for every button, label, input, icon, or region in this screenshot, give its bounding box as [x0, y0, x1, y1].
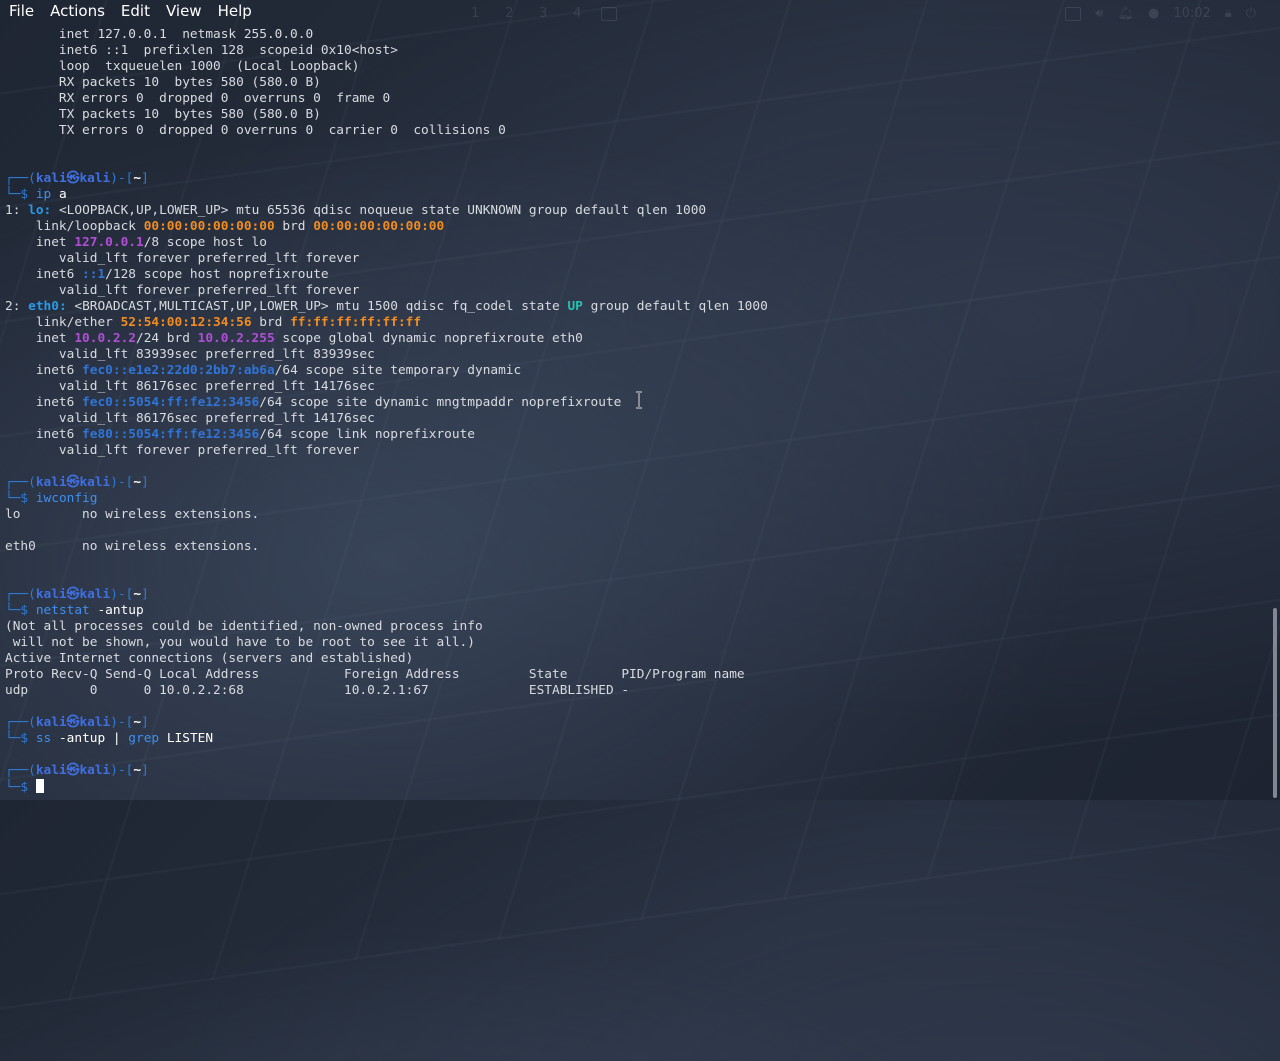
prompt-user: kali㉿kali	[35, 715, 111, 730]
pipe-command-args: LISTEN	[159, 731, 214, 746]
output-line: eth0 no wireless extensions.	[5, 539, 260, 554]
output-line: RX packets 10 bytes 580 (580.0 B)	[5, 75, 321, 90]
prompt-header: ┌──(kali㉿kali)-[~]	[5, 715, 149, 730]
output-line: link/loopback 00:00:00:00:00:00 brd 00:0…	[5, 219, 445, 234]
table-row: udp 0 0 10.0.2.2:68 10.0.2.1:67 ESTABLIS…	[5, 683, 630, 698]
output-line: inet6 fec0::e1e2:22d0:2bb7:ab6a/64 scope…	[5, 363, 522, 378]
command-line: └─$ ss -antup | grep LISTEN	[5, 731, 214, 746]
ipv4-address: 127.0.0.1	[74, 235, 144, 250]
output-line: will not be shown, you would have to be …	[5, 635, 475, 650]
output-line: lo no wireless extensions.	[5, 507, 260, 522]
mac-address: 00:00:00:00:00:00	[143, 219, 275, 234]
prompt-dir: ~	[133, 715, 142, 730]
ipv6-address: fe80::5054:ff:fe12:3456	[82, 427, 260, 442]
prompt-header: ┌──(kali㉿kali)-[~]	[5, 171, 149, 186]
command-line: └─$ iwconfig	[5, 491, 98, 506]
output-line: inet6 ::1/128 scope host noprefixroute	[5, 267, 329, 282]
prompt-dir: ~	[133, 171, 142, 186]
command-args: -antup	[89, 603, 144, 618]
ipv4-address: 10.0.2.2	[74, 331, 136, 346]
prompt-user: kali㉿kali	[35, 587, 111, 602]
mac-address: 52:54:00:12:34:56	[120, 315, 252, 330]
pipe-command-name: grep	[128, 731, 160, 746]
mouse-ibeam-cursor-icon	[636, 391, 642, 409]
table-header: Proto Recv-Q Send-Q Local Address Foreig…	[5, 667, 745, 682]
menu-help[interactable]: Help	[210, 0, 260, 22]
menu-actions[interactable]: Actions	[42, 0, 113, 22]
output-line: Active Internet connections (servers and…	[5, 651, 414, 666]
output-line: valid_lft 83939sec preferred_lft 83939se…	[5, 347, 375, 362]
prompt-user: kali㉿kali	[35, 171, 111, 186]
command-line: └─$ ip a	[5, 187, 67, 202]
ipv6-address: fec0::e1e2:22d0:2bb7:ab6a	[82, 363, 275, 378]
state-up: UP	[567, 299, 583, 314]
mac-address: ff:ff:ff:ff:ff:ff	[290, 315, 422, 330]
output-line: valid_lft forever preferred_lft forever	[5, 251, 360, 266]
output-line: loop txqueuelen 1000 (Local Loopback)	[5, 59, 360, 74]
output-line: RX errors 0 dropped 0 overruns 0 frame 0	[5, 91, 391, 106]
command-args: -antup |	[51, 731, 129, 746]
interface-name: eth0:	[28, 299, 67, 314]
command-name: ip	[35, 187, 52, 202]
output-line: valid_lft forever preferred_lft forever	[5, 283, 360, 298]
output-line: inet 127.0.0.1/8 scope host lo	[5, 235, 267, 250]
output-line: (Not all processes could be identified, …	[5, 619, 483, 634]
prompt-dir: ~	[133, 763, 142, 778]
prompt-header: ┌──(kali㉿kali)-[~]	[5, 763, 149, 778]
output-line: inet 10.0.2.2/24 brd 10.0.2.255 scope gl…	[5, 331, 583, 346]
command-name: netstat	[35, 603, 90, 618]
prompt-header: ┌──(kali㉿kali)-[~]	[5, 475, 149, 490]
menu-edit[interactable]: Edit	[113, 0, 158, 22]
ipv6-address: ::1	[82, 267, 106, 282]
output-line: 2: eth0: <BROADCAST,MULTICAST,UP,LOWER_U…	[5, 299, 768, 314]
output-line: link/ether 52:54:00:12:34:56 brd ff:ff:f…	[5, 315, 422, 330]
command-args: a	[51, 187, 67, 202]
prompt-dir: ~	[133, 475, 142, 490]
prompt-header: ┌──(kali㉿kali)-[~]	[5, 587, 149, 602]
output-line: valid_lft forever preferred_lft forever	[5, 443, 360, 458]
menu-view[interactable]: View	[158, 0, 210, 22]
active-command-line[interactable]: └─$	[5, 779, 1268, 795]
ipv6-address: fec0::5054:ff:fe12:3456	[82, 395, 260, 410]
output-line: inet 127.0.0.1 netmask 255.0.0.0	[5, 27, 314, 42]
interface-name: lo:	[28, 203, 52, 218]
terminal-menubar: File Actions Edit View Help	[0, 0, 1280, 22]
output-line: valid_lft 86176sec preferred_lft 14176se…	[5, 411, 375, 426]
terminal-output[interactable]: inet 127.0.0.1 netmask 255.0.0.0 inet6 :…	[5, 27, 1268, 795]
output-line: TX packets 10 bytes 580 (580.0 B)	[5, 107, 321, 122]
text-cursor	[35, 779, 44, 793]
command-name: ss	[35, 731, 52, 746]
menu-file[interactable]: File	[0, 0, 42, 22]
prompt-user: kali㉿kali	[35, 763, 111, 778]
output-line: inet6 fe80::5054:ff:fe12:3456/64 scope l…	[5, 427, 475, 442]
output-line: inet6 ::1 prefixlen 128 scopeid 0x10<hos…	[5, 43, 398, 58]
command-name: iwconfig	[35, 491, 98, 506]
ipv4-broadcast: 10.0.2.255	[197, 331, 275, 346]
terminal-scrollbar[interactable]	[1273, 608, 1277, 798]
output-line: TX errors 0 dropped 0 overruns 0 carrier…	[5, 123, 506, 138]
mac-address: 00:00:00:00:00:00	[313, 219, 445, 234]
output-line: 1: lo: <LOOPBACK,UP,LOWER_UP> mtu 65536 …	[5, 203, 707, 218]
prompt-user: kali㉿kali	[35, 475, 111, 490]
prompt-dir: ~	[133, 587, 142, 602]
command-line: └─$ netstat -antup	[5, 603, 144, 618]
